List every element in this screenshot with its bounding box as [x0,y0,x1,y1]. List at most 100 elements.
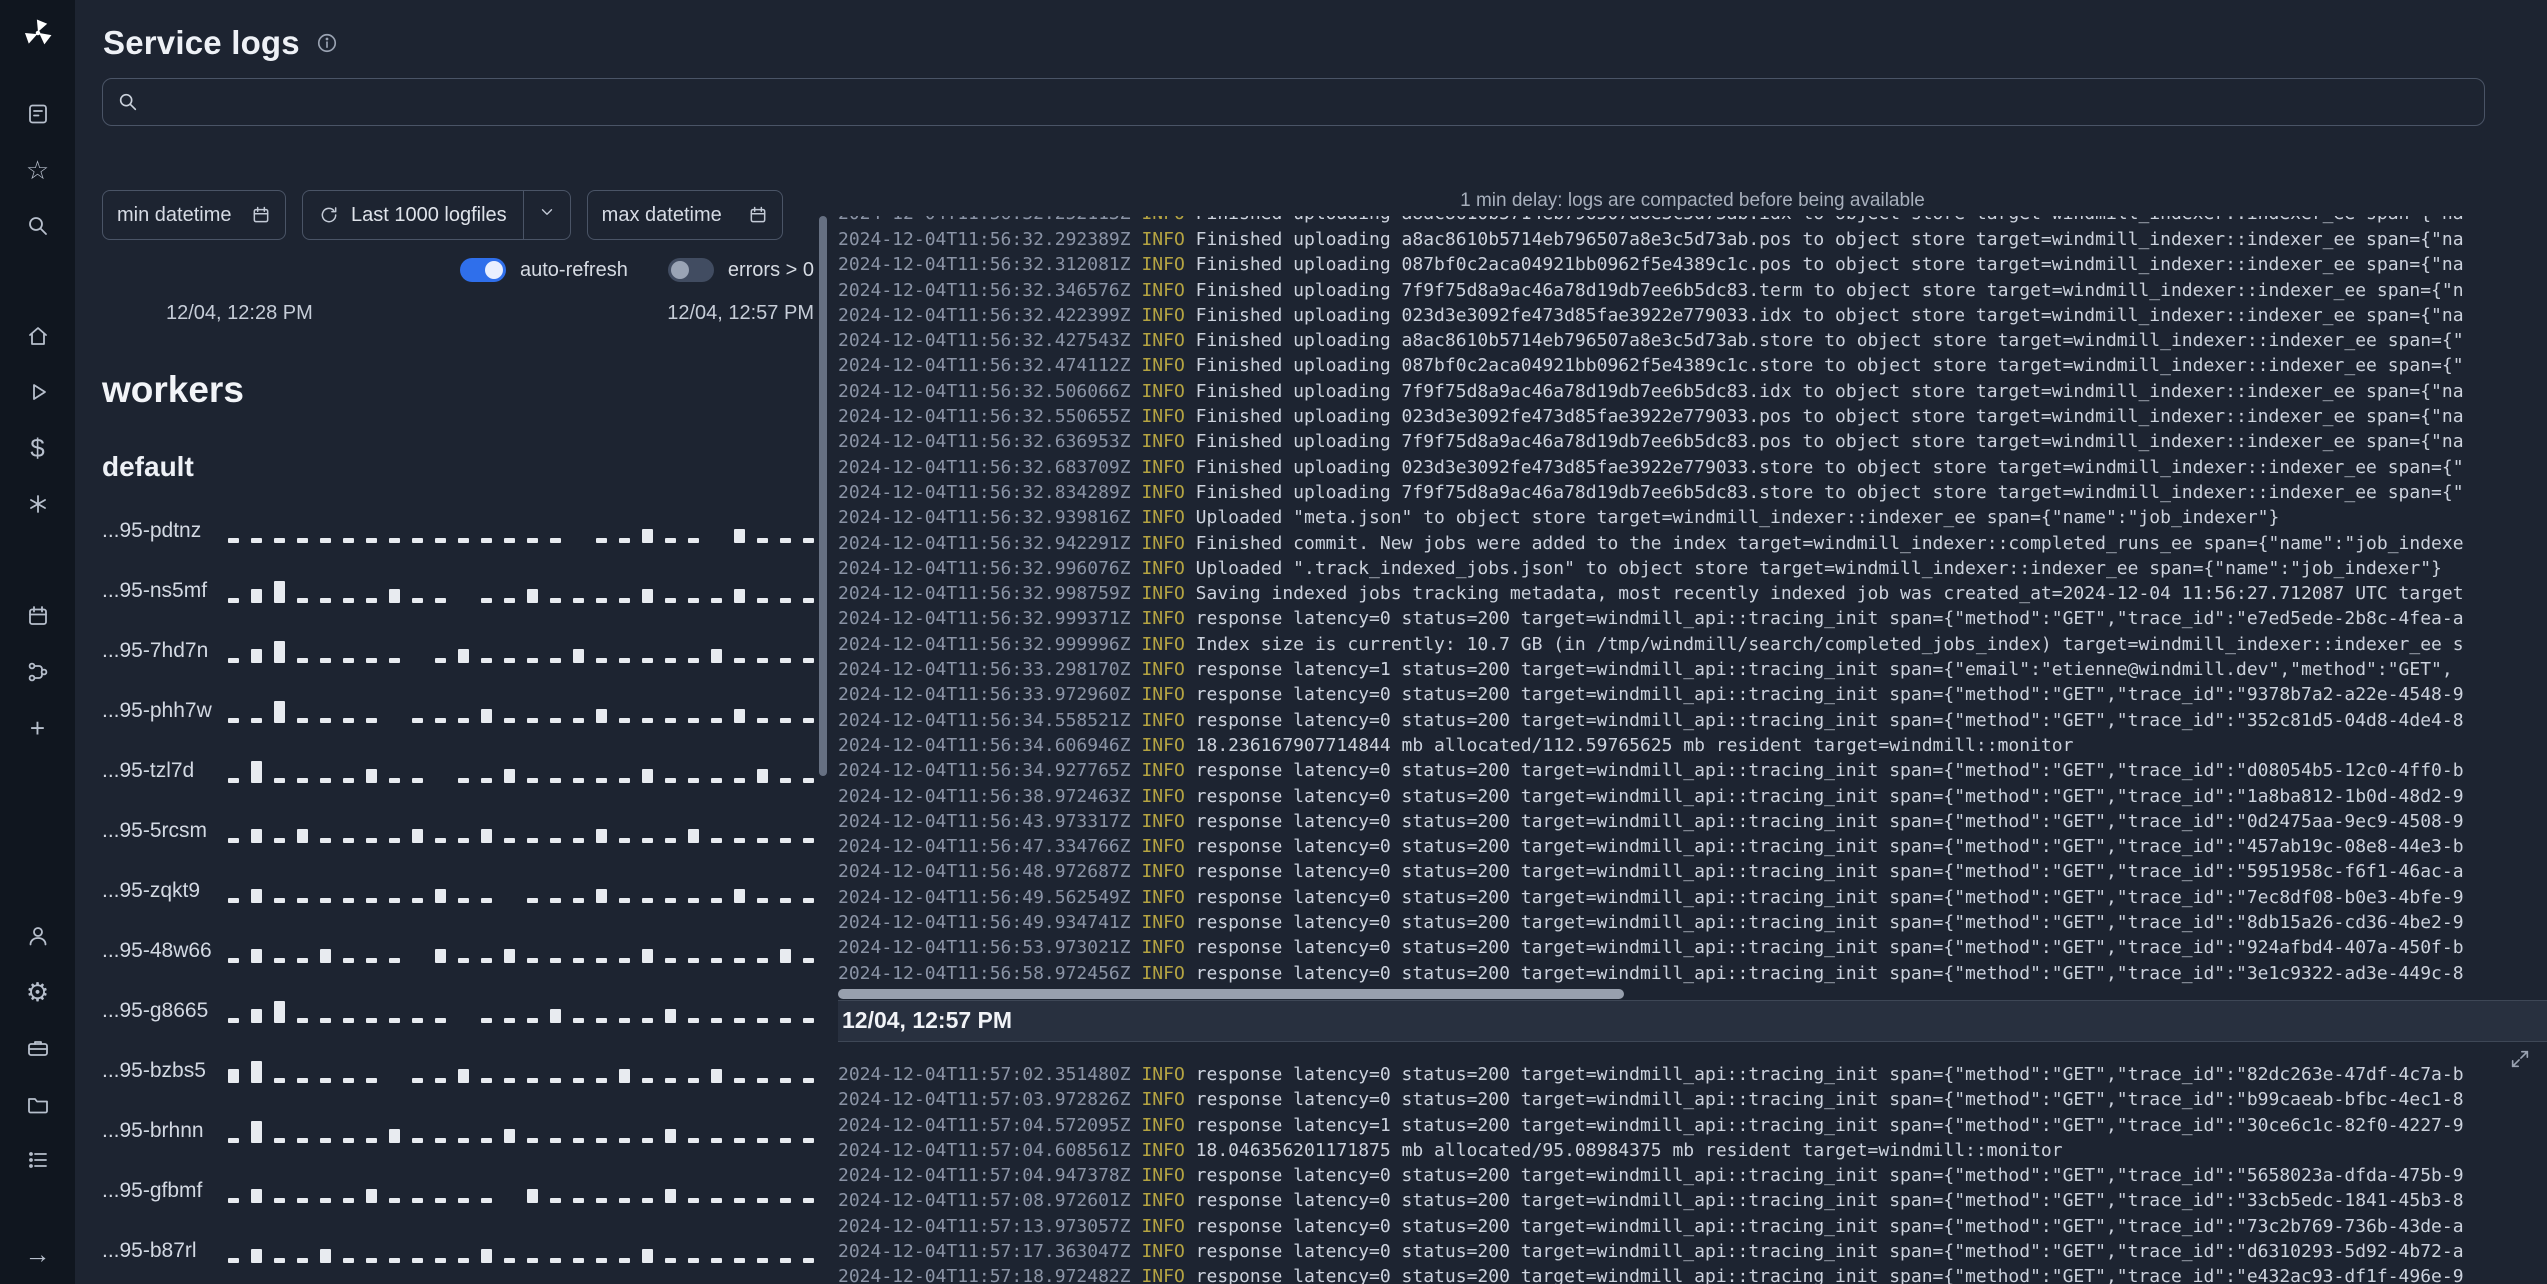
spark-bar [757,1077,768,1083]
spark-bar [435,837,446,843]
spark-bar [757,657,768,663]
spark-bar [688,537,699,543]
folder-icon[interactable] [17,1086,59,1122]
logfiles-refresh-button[interactable]: Last 1000 logfiles [303,191,523,239]
spark-bar [251,1248,262,1263]
errors-toggle[interactable] [667,258,714,282]
spark-bar [619,597,630,603]
spark-bar [642,768,653,783]
auto-refresh-toggle[interactable] [460,258,506,282]
horizontal-scrollbar-thumb[interactable] [838,988,1625,999]
log-line: 2024-12-04T11:56:33.298170Z INFO respons… [838,659,2453,681]
min-datetime-input[interactable]: min datetime [102,190,286,240]
spark-bar [734,957,745,963]
spark-bar [642,528,653,543]
worker-row[interactable]: ...95-7hd7n [102,621,814,681]
user-icon[interactable] [17,918,59,954]
spark-bar [527,837,538,843]
worker-row[interactable]: ...95-brhnn [102,1101,814,1161]
sidebar-rail: ☆ $ + ⚙ → [0,0,75,1284]
worker-row[interactable]: ...95-tzl7d [102,741,814,801]
worker-row[interactable]: ...95-gfbmf [102,1161,814,1221]
worker-row[interactable]: ...95-phh7w [102,681,814,741]
worker-row[interactable]: ...95-g8665 [102,981,814,1041]
search-input[interactable] [151,78,2470,126]
spark-bar [412,1137,423,1143]
spark-bar [251,760,262,783]
info-icon[interactable] [316,32,338,54]
spark-bar [228,1017,239,1023]
spark-bar [665,777,676,783]
flow-branch-icon[interactable] [17,654,59,690]
log-line: 2024-12-04T11:56:32.427543Z INFO Finishe… [838,330,2464,352]
log-line: 2024-12-04T11:57:04.947378Z INFO respons… [838,1165,2464,1187]
star-icon[interactable]: ☆ [17,152,59,188]
workers-toolbox-icon[interactable] [17,1030,59,1066]
spark-bar [320,897,331,903]
worker-row[interactable]: ...95-pdtnz [102,501,814,561]
search-icon[interactable] [17,208,59,244]
list-icon[interactable] [17,1142,59,1178]
worker-name: ...95-zqkt9 [102,879,201,902]
worker-name: ...95-phh7w [102,699,212,722]
spark-bar [573,648,584,663]
workers-heading: workers [102,369,244,410]
spark-bar [619,777,630,783]
calendar-icon[interactable] [17,598,59,634]
log-line: 2024-12-04T11:56:38.972463Z INFO respons… [838,785,2464,807]
spark-bar [366,837,377,843]
settings-gear-icon[interactable]: ⚙ [17,974,59,1010]
expand-sidebar-icon[interactable]: → [17,1236,59,1272]
search-bar [102,78,2485,126]
spark-bar [734,708,745,723]
spark-bar [274,1257,285,1263]
log-line: 2024-12-04T11:56:32.996076Z INFO Uploade… [838,557,2442,579]
spark-bar [619,657,630,663]
worker-row[interactable]: ...95-b87rl [102,1221,814,1281]
spark-bar [527,1077,538,1083]
spark-bar [320,717,331,723]
worker-row[interactable]: ...95-5rcsm [102,801,814,861]
spark-bar [780,837,791,843]
log-line: 2024-12-04T11:57:18.972482Z INFO respons… [838,1266,2464,1284]
worker-row[interactable]: ...95-zqkt9 [102,861,814,921]
expand-logs-icon[interactable] [2509,1048,2531,1070]
dollar-icon[interactable]: $ [17,430,59,466]
spark-bar [642,837,653,843]
spark-bar [251,717,262,723]
worker-name: ...95-5rcsm [102,819,208,842]
log-hscrollbar-track [838,988,2547,1000]
spark-bar [320,837,331,843]
spark-bar [435,1197,446,1203]
windmill-logo[interactable] [15,10,61,56]
worker-row[interactable]: ...95-bzbs5 [102,1041,814,1101]
runs-icon[interactable] [17,374,59,410]
worker-name: ...95-48w66 [102,939,212,962]
spark-bar [665,657,676,663]
grid-icon[interactable] [17,96,59,132]
spark-bar [711,837,722,843]
spark-bar [711,1068,722,1083]
worker-activity-sparkline [228,817,814,846]
log-line: 2024-12-04T11:56:34.606946Z INFO 18.2361… [838,734,2074,756]
spark-bar [711,1017,722,1023]
log-line: 2024-12-04T11:56:34.558521Z INFO respons… [838,709,2464,731]
spark-bar [711,597,722,603]
worker-row[interactable]: ...95-48w66 [102,921,814,981]
worker-row[interactable]: ...95-ns5mf [102,561,814,621]
spark-bar [481,1077,492,1083]
home-icon[interactable] [17,318,59,354]
spark-bar [504,1257,515,1263]
spark-bar [688,717,699,723]
spark-bar [757,1197,768,1203]
max-datetime-input[interactable]: max datetime [586,190,783,240]
spark-bar [481,1248,492,1263]
spark-bar [251,537,262,543]
logfiles-dropdown-button[interactable] [522,191,570,239]
vertical-scrollbar-thumb[interactable] [819,216,827,776]
asterisk-icon[interactable] [17,486,59,522]
log-line: 2024-12-04T11:56:48.972687Z INFO respons… [838,861,2464,883]
spark-bar [458,897,469,903]
add-icon[interactable]: + [17,710,59,746]
spark-bar [711,1197,722,1203]
